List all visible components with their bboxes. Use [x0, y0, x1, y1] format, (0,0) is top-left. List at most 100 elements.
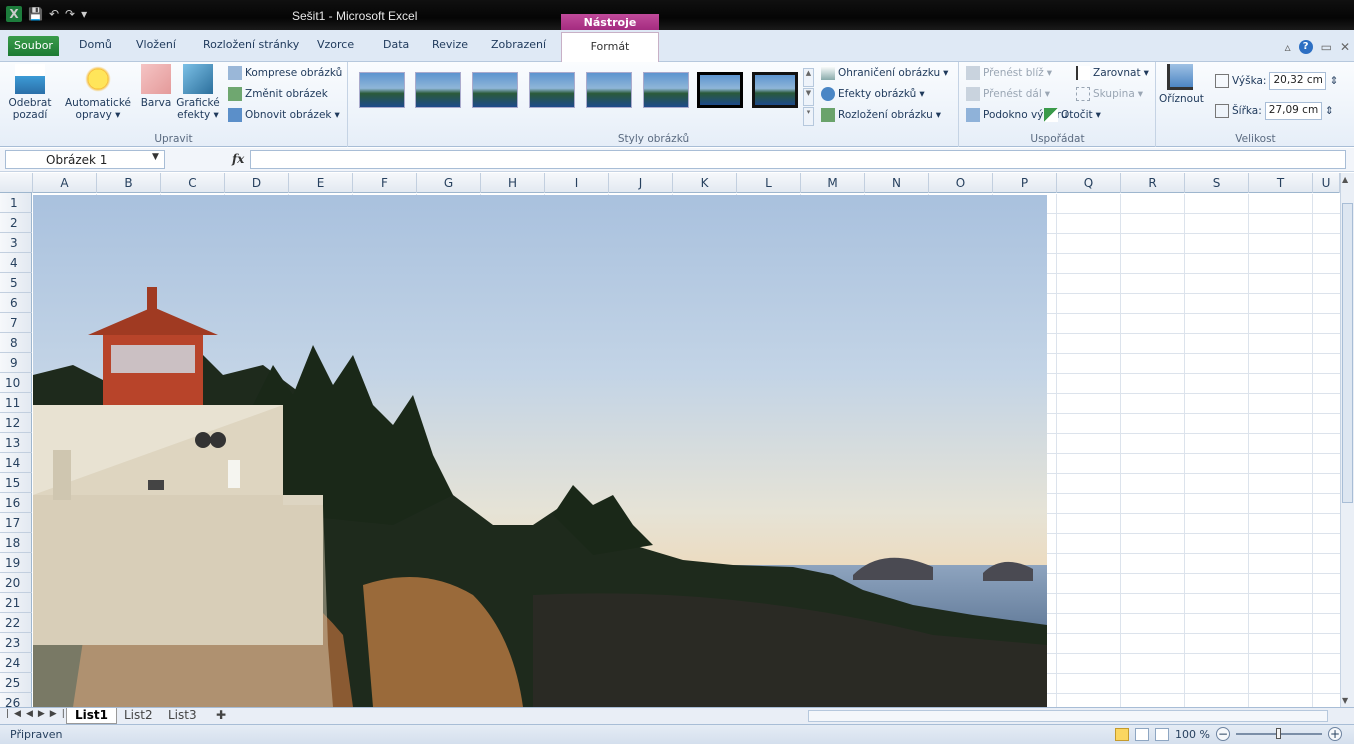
vertical-scroll-thumb[interactable]	[1342, 203, 1353, 503]
scroll-down-icon[interactable]: ▼	[1342, 696, 1348, 705]
row-header[interactable]: 10	[0, 373, 32, 393]
row-header[interactable]: 21	[0, 593, 32, 613]
style-thumbnail-4[interactable]	[529, 72, 575, 108]
column-header[interactable]: P	[993, 173, 1057, 193]
sheet-tab-list1[interactable]: List1	[66, 708, 117, 724]
tab-review[interactable]: Revize	[432, 38, 468, 51]
row-header[interactable]: 5	[0, 273, 32, 293]
row-header[interactable]: 17	[0, 513, 32, 533]
row-header[interactable]: 3	[0, 233, 32, 253]
row-header[interactable]: 6	[0, 293, 32, 313]
row-header[interactable]: 19	[0, 553, 32, 573]
row-header[interactable]: 9	[0, 353, 32, 373]
column-header[interactable]: D	[225, 173, 289, 193]
column-header[interactable]: N	[865, 173, 929, 193]
tab-data[interactable]: Data	[383, 38, 409, 51]
height-input[interactable]: 20,32 cm	[1269, 72, 1327, 90]
row-header[interactable]: 22	[0, 613, 32, 633]
align-button[interactable]: Zarovnat ▾	[1076, 66, 1149, 80]
column-header[interactable]: G	[417, 173, 481, 193]
redo-icon[interactable]: ↷	[65, 7, 75, 21]
row-header[interactable]: 23	[0, 633, 32, 653]
column-header[interactable]: F	[353, 173, 417, 193]
change-picture-button[interactable]: Změnit obrázek	[228, 87, 328, 101]
horizontal-scrollbar[interactable]	[808, 710, 1328, 722]
help-icon[interactable]: ?	[1298, 40, 1313, 54]
style-thumbnail-3[interactable]	[472, 72, 518, 108]
row-header[interactable]: 18	[0, 533, 32, 553]
formula-input[interactable]	[250, 150, 1346, 169]
vertical-scrollbar[interactable]: ▲ ▼	[1340, 173, 1354, 707]
style-thumbnail-6[interactable]	[643, 72, 689, 108]
column-header[interactable]: Q	[1057, 173, 1121, 193]
picture-layout-button[interactable]: Rozložení obrázku ▾	[821, 108, 941, 122]
sheet-tab-list2[interactable]: List2	[116, 708, 161, 724]
undo-icon[interactable]: ↶	[49, 7, 59, 21]
row-header[interactable]: 24	[0, 653, 32, 673]
scroll-up-icon[interactable]: ▲	[1342, 175, 1348, 184]
height-spinner-icon[interactable]: ⇕	[1329, 75, 1338, 87]
style-thumbnail-7[interactable]	[697, 72, 743, 108]
column-header[interactable]: H	[481, 173, 545, 193]
row-header[interactable]: 15	[0, 473, 32, 493]
tab-formulas[interactable]: Vzorce	[317, 38, 354, 51]
column-header[interactable]: C	[161, 173, 225, 193]
column-header[interactable]: O	[929, 173, 993, 193]
sheet-tab-list3[interactable]: List3	[160, 708, 205, 724]
select-all-corner[interactable]	[0, 173, 33, 193]
restore-icon[interactable]: ▭	[1321, 40, 1332, 54]
gallery-up-icon[interactable]: ▲	[803, 68, 814, 87]
save-icon[interactable]: 💾	[28, 7, 43, 21]
row-header[interactable]: 25	[0, 673, 32, 693]
column-header[interactable]: B	[97, 173, 161, 193]
row-header[interactable]: 7	[0, 313, 32, 333]
gallery-down-icon[interactable]: ▼	[803, 87, 814, 107]
row-header[interactable]: 20	[0, 573, 32, 593]
zoom-out-icon[interactable]: −	[1216, 727, 1230, 741]
auto-corrections-button[interactable]: Automatické opravy ▾	[62, 64, 134, 121]
name-box[interactable]: Obrázek 1	[5, 150, 165, 169]
row-header[interactable]: 2	[0, 213, 32, 233]
tab-insert[interactable]: Vložení	[136, 38, 176, 51]
rotate-button[interactable]: Otočit ▾	[1044, 108, 1101, 122]
column-header[interactable]: R	[1121, 173, 1185, 193]
row-header[interactable]: 26	[0, 693, 32, 707]
column-header[interactable]: E	[289, 173, 353, 193]
picture-border-button[interactable]: Ohraničení obrázku ▾	[821, 66, 948, 80]
inserted-picture[interactable]	[33, 195, 1047, 707]
reset-picture-button[interactable]: Obnovit obrázek ▾	[228, 108, 340, 122]
row-header[interactable]: 16	[0, 493, 32, 513]
page-break-view-icon[interactable]	[1155, 727, 1170, 741]
style-thumbnail-5[interactable]	[586, 72, 632, 108]
tab-format[interactable]: Formát	[561, 32, 659, 63]
excel-logo-icon[interactable]: X	[6, 6, 22, 22]
row-header[interactable]: 13	[0, 433, 32, 453]
group-objects-button[interactable]: Skupina ▾	[1076, 87, 1143, 101]
row-header[interactable]: 4	[0, 253, 32, 273]
name-box-dropdown-icon[interactable]: ▼	[152, 152, 159, 162]
tab-view[interactable]: Zobrazení	[491, 38, 546, 51]
width-spinner-icon[interactable]: ⇕	[1325, 105, 1334, 117]
customize-qat-icon[interactable]: ▾	[81, 7, 87, 21]
style-thumbnail-8[interactable]	[752, 72, 798, 108]
row-header[interactable]: 14	[0, 453, 32, 473]
compress-pictures-button[interactable]: Komprese obrázků	[228, 66, 342, 80]
row-header[interactable]: 1	[0, 193, 32, 213]
gallery-more-icon[interactable]: ▾	[803, 107, 814, 127]
row-header[interactable]: 12	[0, 413, 32, 433]
zoom-slider[interactable]	[1236, 728, 1322, 739]
zoom-slider-knob[interactable]	[1276, 728, 1281, 739]
normal-view-icon[interactable]	[1115, 727, 1130, 741]
tab-home[interactable]: Domů	[79, 38, 112, 51]
tab-page-layout[interactable]: Rozložení stránky	[203, 38, 299, 51]
column-header[interactable]: T	[1249, 173, 1313, 193]
column-header[interactable]: J	[609, 173, 673, 193]
color-button[interactable]: Barva	[138, 64, 174, 109]
column-header[interactable]: M	[801, 173, 865, 193]
zoom-in-icon[interactable]: +	[1328, 727, 1342, 741]
row-header[interactable]: 11	[0, 393, 32, 413]
column-header[interactable]: A	[33, 173, 97, 193]
column-header[interactable]: I	[545, 173, 609, 193]
artistic-effects-button[interactable]: Grafické efekty ▾	[176, 64, 220, 121]
send-backward-button[interactable]: Přenést dál ▾	[966, 87, 1050, 101]
